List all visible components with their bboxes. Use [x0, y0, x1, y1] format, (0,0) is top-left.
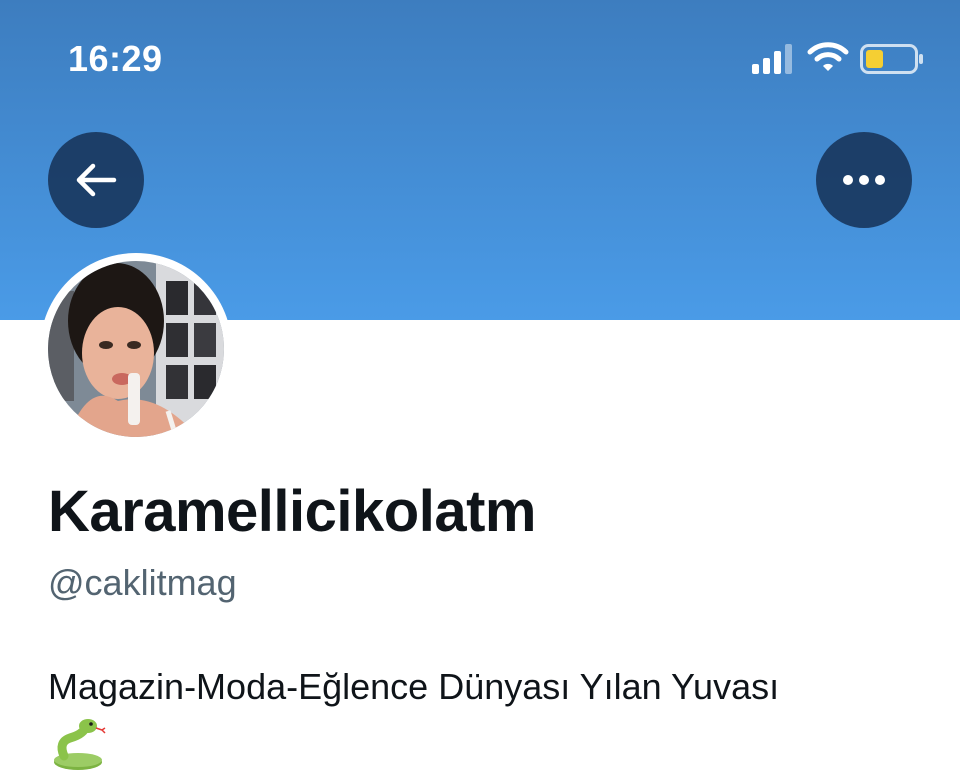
ellipsis-icon [843, 175, 885, 185]
arrow-left-icon [76, 163, 117, 197]
signal-icon [752, 44, 792, 74]
status-time: 16:29 [68, 38, 163, 79]
more-options-button[interactable] [816, 132, 912, 228]
display-name: Karamellicikolatm [48, 479, 536, 544]
battery-icon [860, 44, 923, 74]
avatar[interactable] [48, 261, 224, 437]
back-button[interactable] [48, 132, 144, 228]
bio-text: Magazin-Moda-Eğlence Dünyası Yılan Yuvas… [48, 666, 780, 707]
wifi-icon [807, 42, 849, 71]
snake-emoji [54, 719, 106, 770]
handle: @caklitmag [48, 562, 237, 603]
avatar-border [40, 253, 232, 445]
avatar-photo [48, 261, 224, 437]
